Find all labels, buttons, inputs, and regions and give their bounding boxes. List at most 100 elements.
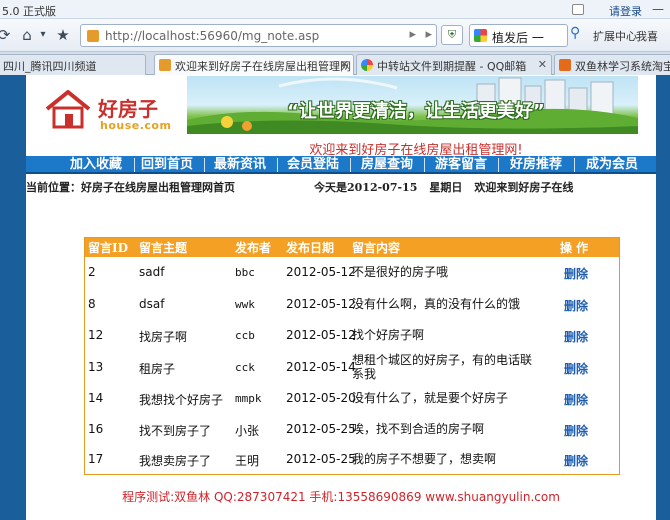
tab-favicon-icon bbox=[361, 59, 373, 71]
row-id: 17 bbox=[88, 452, 104, 466]
menu-house-search[interactable]: 房屋查询 bbox=[356, 156, 418, 174]
delete-link[interactable]: 删除 bbox=[564, 452, 588, 469]
row-date: 2012-05-12 bbox=[286, 265, 356, 279]
minimize-icon[interactable]: — bbox=[652, 2, 664, 16]
row-id: 8 bbox=[88, 297, 96, 311]
header-action: 操 作 bbox=[560, 241, 589, 255]
message-table: 留言ID 留言主题 发布者 发布日期 留言内容 操 作 2 sadf bbc 2… bbox=[84, 237, 620, 475]
menu-divider bbox=[574, 158, 575, 172]
close-tab-icon[interactable]: ✕ bbox=[538, 58, 547, 71]
search-query[interactable]: 植发后 一 bbox=[492, 29, 544, 46]
menu-guestbook[interactable]: 游客留言 bbox=[430, 156, 492, 174]
logo-title: 好房子 bbox=[98, 97, 158, 121]
table-row: 16 找不到房子了 小张 2012-05-25 唉，找不到合适的房子啊 删除 bbox=[85, 413, 619, 444]
row-subject: 我想找个好房子 bbox=[139, 393, 224, 407]
greeting-text: 欢迎来到好房子在线 bbox=[474, 181, 574, 194]
search-input[interactable]: 植发后 一 bbox=[469, 24, 568, 47]
row-author: bbc bbox=[235, 266, 255, 279]
address-url[interactable]: http://localhost:56960/mg_note.asp bbox=[105, 29, 319, 43]
footer-credits: 程序测试:双鱼林 QQ:287307421 手机:13558690869 www… bbox=[122, 490, 560, 504]
current-date: 今天是2012-07-15 bbox=[314, 181, 418, 194]
menu-member-login[interactable]: 会员登陆 bbox=[282, 156, 344, 174]
table-row: 8 dsaf wwk 2012-05-12 没有什么啊，真的没有什么的饿 删除 bbox=[85, 289, 619, 320]
menu-divider bbox=[204, 158, 205, 172]
home-icon[interactable]: ⌂ bbox=[16, 25, 38, 45]
favorites-button[interactable]: 我喜 bbox=[636, 28, 658, 44]
delete-link[interactable]: 删除 bbox=[564, 297, 588, 314]
menu-add-favorite[interactable]: 加入收藏 bbox=[64, 156, 128, 174]
table-row: 14 我想找个好房子 mmpk 2012-05-20 没有什么了，就是要个好房子… bbox=[85, 382, 619, 413]
delete-link[interactable]: 删除 bbox=[564, 391, 588, 408]
row-content: 没有什么了，就是要个好房子 bbox=[352, 391, 509, 405]
address-bar[interactable]: http://localhost:56960/mg_note.asp ▸ ▸ bbox=[80, 24, 437, 47]
home-dropdown-icon[interactable]: ▾ bbox=[38, 25, 48, 45]
row-author: ccb bbox=[235, 329, 255, 342]
delete-link[interactable]: 删除 bbox=[564, 360, 588, 377]
tab-label: 四川_腾讯四川频道 bbox=[3, 60, 97, 73]
row-subject: 我想卖房子了 bbox=[139, 454, 212, 468]
tab-bar: 四川_腾讯四川频道 欢迎来到好房子在线房屋出租管理网！ ✕ 中转站文件到期提醒 … bbox=[0, 52, 670, 76]
tab-label: 中转站文件到期提醒 - QQ邮箱 bbox=[377, 60, 527, 73]
row-id: 16 bbox=[88, 422, 104, 436]
row-subject: 找房子啊 bbox=[139, 330, 188, 344]
row-date: 2012-05-25 bbox=[286, 452, 356, 466]
header-banner: “让世界更清洁，让生活更美好” bbox=[187, 76, 638, 134]
login-link[interactable]: 请登录 bbox=[609, 3, 642, 19]
header-content: 留言内容 bbox=[352, 241, 401, 255]
row-content: 想租个城区的好房子，有的电话联系我 bbox=[352, 353, 533, 381]
table-row: 13 租房子 cck 2012-05-14 想租个城区的好房子，有的电话联系我 … bbox=[85, 351, 619, 382]
house-logo-icon bbox=[45, 90, 91, 129]
row-content: 我的房子不想要了，想卖啊 bbox=[352, 452, 497, 466]
tab-taobao[interactable]: 双鱼林学习系统淘宝店 bbox=[554, 54, 670, 75]
browser-title: 5.0 正式版 bbox=[2, 5, 56, 18]
main-menu: 加入收藏 回到首页 最新资讯 会员登陆 房屋查询 游客留言 好房推荐 成为会员 bbox=[26, 156, 656, 174]
menu-register[interactable]: 成为会员 bbox=[580, 156, 644, 174]
row-content: 唉，找不到合适的房子啊 bbox=[352, 422, 485, 436]
site-logo[interactable]: 好房子 house.com bbox=[44, 87, 189, 139]
tab-qq-sichuan[interactable]: 四川_腾讯四川频道 bbox=[0, 54, 146, 75]
menu-recommend[interactable]: 好房推荐 bbox=[504, 156, 568, 174]
tab-label: 双鱼林学习系统淘宝店 bbox=[575, 60, 670, 73]
row-content: 找个好房子啊 bbox=[352, 328, 425, 342]
date-greeting: 今天是2012-07-15 星期日 欢迎来到好房子在线 bbox=[314, 179, 585, 195]
close-tab-icon[interactable]: ✕ bbox=[340, 58, 349, 71]
menu-news[interactable]: 最新资讯 bbox=[209, 156, 271, 174]
row-date: 2012-05-25 bbox=[286, 422, 356, 436]
user-icon[interactable] bbox=[572, 4, 584, 15]
tab-house-note[interactable]: 欢迎来到好房子在线房屋出租管理网！ ✕ bbox=[154, 54, 354, 76]
row-author: cck bbox=[235, 361, 255, 374]
table-row: 17 我想卖房子了 王明 2012-05-25 我的房子不想要了，想卖啊 删除 bbox=[85, 444, 619, 475]
address-go-icon[interactable]: ▸ bbox=[425, 27, 432, 42]
row-content: 没有什么啊，真的没有什么的饿 bbox=[352, 297, 521, 311]
delete-link[interactable]: 删除 bbox=[564, 265, 588, 282]
page-content: 好房子 house.com “让世界更清洁，让生活更美好” 欢迎来到好房子在线 房… bbox=[26, 75, 656, 520]
banner-slogan: “让世界更清洁，让生活更美好” bbox=[287, 101, 545, 122]
back-icon[interactable]: ⟳ bbox=[0, 25, 12, 45]
tab-favicon-icon bbox=[159, 59, 171, 71]
bookmark-star-icon[interactable]: ★ bbox=[54, 25, 72, 45]
row-id: 13 bbox=[88, 360, 104, 374]
security-shield-icon[interactable]: ⛨ bbox=[441, 25, 463, 45]
browser-titlebar: 5.0 正式版 请登录 — bbox=[0, 0, 670, 19]
address-dropdown-icon[interactable]: ▸ bbox=[409, 27, 416, 42]
table-row: 2 sadf bbc 2012-05-12 不是很好的房子哦 删除 bbox=[85, 258, 619, 289]
header-subject: 留言主题 bbox=[139, 241, 188, 255]
row-subject: 找不到房子了 bbox=[139, 424, 212, 438]
search-icon[interactable]: ⚲ bbox=[570, 25, 580, 41]
row-id: 12 bbox=[88, 328, 104, 342]
site-favicon-icon bbox=[87, 30, 99, 42]
table-header: 留言ID 留言主题 发布者 发布日期 留言内容 操 作 bbox=[85, 238, 619, 257]
menu-home[interactable]: 回到首页 bbox=[138, 156, 196, 174]
row-id: 14 bbox=[88, 391, 104, 405]
row-date: 2012-05-12 bbox=[286, 297, 356, 311]
breadcrumb: 当前位置：好房子在线房屋出租管理网首页 bbox=[26, 181, 235, 194]
extension-center-button[interactable]: 扩展中心 bbox=[593, 28, 637, 44]
menu-divider bbox=[134, 158, 135, 172]
search-engine-icon[interactable] bbox=[474, 29, 487, 42]
row-subject: 租房子 bbox=[139, 362, 176, 376]
row-date: 2012-05-14 bbox=[286, 360, 356, 374]
delete-link[interactable]: 删除 bbox=[564, 328, 588, 345]
delete-link[interactable]: 删除 bbox=[564, 422, 588, 439]
tab-qqmail[interactable]: 中转站文件到期提醒 - QQ邮箱 ✕ bbox=[356, 54, 552, 75]
row-subject: dsaf bbox=[139, 297, 165, 311]
